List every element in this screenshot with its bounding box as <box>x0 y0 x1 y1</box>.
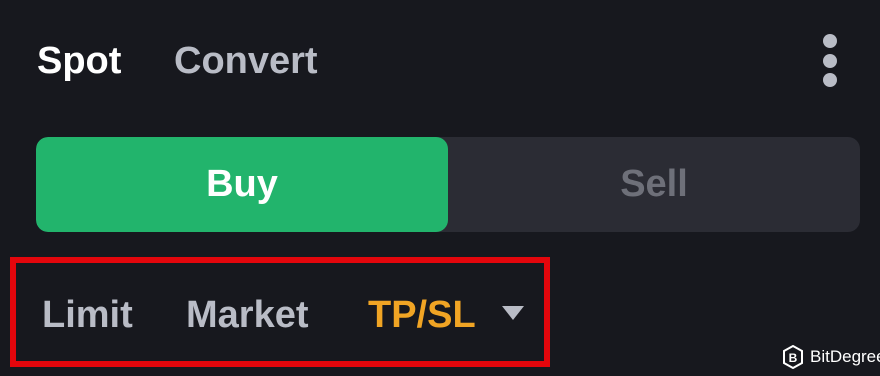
buy-sell-toggle: Buy Sell <box>36 137 860 232</box>
more-options-icon[interactable] <box>815 32 845 90</box>
svg-text:B: B <box>789 351 798 365</box>
order-type-market[interactable]: Market <box>186 292 309 338</box>
buy-button[interactable]: Buy <box>36 137 448 232</box>
tab-convert[interactable]: Convert <box>174 38 318 84</box>
order-type-tpsl[interactable]: TP/SL <box>368 292 476 338</box>
order-type-limit[interactable]: Limit <box>42 292 133 338</box>
tab-spot[interactable]: Spot <box>37 38 121 84</box>
sell-button[interactable]: Sell <box>448 137 860 232</box>
watermark-text: BitDegree <box>810 347 880 366</box>
watermark: B BitDegree <box>782 345 880 369</box>
bitdegree-logo-icon: B <box>783 345 803 369</box>
caret-down-icon[interactable] <box>501 304 525 322</box>
